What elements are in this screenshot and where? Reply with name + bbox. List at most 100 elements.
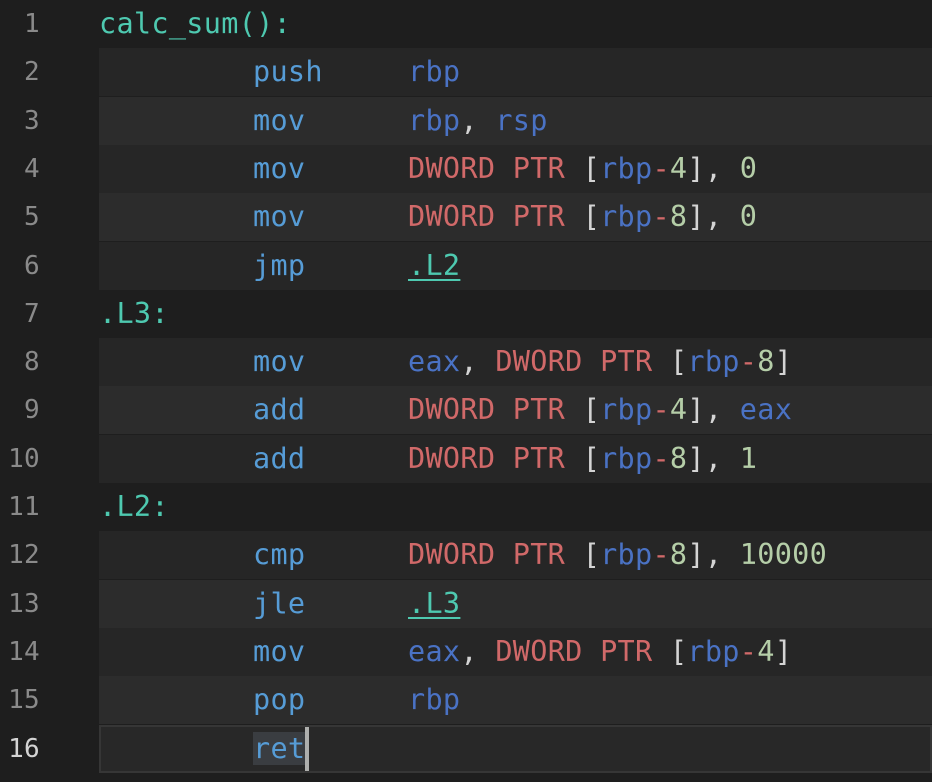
instruction-mnemonic: jmp: [253, 248, 306, 282]
operand-token: -: [652, 538, 670, 572]
line-number: 15: [8, 685, 40, 716]
instruction-operands: DWORD PTR [rbp-8], 10000: [408, 531, 827, 579]
instruction-operands: .L3: [408, 580, 460, 628]
operand-token: 1: [739, 441, 758, 475]
operand-token: 8: [669, 538, 688, 572]
instruction-mnemonic: mov: [253, 200, 306, 234]
operand-token: ,: [460, 634, 496, 668]
code-block-band: [99, 48, 932, 97]
operand-token: DWORD PTR: [408, 200, 566, 234]
label-reference-link[interactable]: .L2: [408, 249, 460, 282]
operand-token: eax: [408, 634, 461, 668]
code-line[interactable]: 12 cmp DWORD PTR [rbp-8], 10000: [0, 531, 932, 580]
code-line[interactable]: 9 add DWORD PTR [rbp-4], eax: [0, 386, 932, 435]
code-line[interactable]: 16 ret: [0, 724, 932, 773]
operand-token: DWORD PTR: [408, 151, 566, 185]
code-block-band: [99, 579, 932, 628]
operand-token: ],: [687, 393, 740, 427]
operand-token: ,: [460, 103, 496, 137]
operand-token: DWORD PTR: [495, 345, 653, 379]
operand-token: DWORD PTR: [408, 441, 566, 475]
code-line[interactable]: 10 add DWORD PTR [rbp-8], 1: [0, 434, 932, 483]
code-line[interactable]: 11 .L2:: [0, 483, 932, 531]
line-number: 10: [8, 443, 40, 474]
operand-token: rbp: [600, 538, 653, 572]
operand-token: [: [652, 345, 688, 379]
label-definition: .L3:: [99, 296, 169, 330]
operand-token: 10000: [739, 538, 828, 572]
code-line[interactable]: 14 mov eax, DWORD PTR [rbp-4]: [0, 627, 932, 676]
operand-token: 0: [739, 200, 758, 234]
code-editor[interactable]: 1 calc_sum(): 2 push rbp 3 mov rbp, rsp 4 mov DWOR…: [0, 0, 932, 782]
instruction-mnemonic: cmp: [253, 538, 306, 572]
label-reference-link[interactable]: .L3: [408, 587, 460, 620]
operand-token: ],: [687, 200, 740, 234]
operand-token: [: [565, 200, 601, 234]
line-number: 9: [24, 395, 40, 426]
instruction-operands: DWORD PTR [rbp-4], eax: [408, 386, 792, 434]
line-number: 6: [24, 250, 40, 281]
operand-token: eax: [739, 393, 793, 427]
operand-token: -: [652, 441, 670, 475]
operand-token: DWORD PTR: [495, 634, 653, 668]
operand-token: DWORD PTR: [408, 393, 566, 427]
operand-token: rbp: [600, 151, 653, 185]
operand-token: rbp: [687, 345, 740, 379]
line-number: 16: [8, 733, 40, 764]
code-line[interactable]: 15 pop rbp: [0, 676, 932, 725]
code-line[interactable]: 2 push rbp: [0, 48, 932, 97]
instruction-operands: rbp: [408, 676, 460, 724]
code-line[interactable]: 1 calc_sum():: [0, 0, 932, 48]
operand-token: 4: [669, 393, 688, 427]
instruction-mnemonic: jle: [253, 586, 306, 620]
code-line[interactable]: 4 mov DWORD PTR [rbp-4], 0: [0, 144, 932, 193]
operand-token: rbp: [408, 683, 461, 717]
line-number: 13: [8, 588, 40, 619]
operand-token: 4: [757, 634, 775, 668]
operand-token: 4: [669, 151, 688, 185]
operand-token: eax: [408, 345, 461, 379]
instruction-mnemonic: push: [253, 55, 323, 89]
code-block-band: [99, 676, 932, 725]
operand-token: rbp: [408, 103, 461, 137]
instruction-mnemonic: mov: [253, 103, 306, 137]
instruction-operands: rbp: [408, 48, 460, 96]
line-number: 12: [8, 540, 40, 571]
code-line[interactable]: 5 mov DWORD PTR [rbp-8], 0: [0, 193, 932, 242]
operand-token: [: [565, 393, 601, 427]
operand-token: DWORD PTR: [408, 538, 566, 572]
line-number: 5: [24, 202, 40, 233]
line-number: 8: [24, 347, 40, 378]
instruction-mnemonic: pop: [253, 683, 306, 717]
operand-token: ],: [687, 151, 740, 185]
code-line[interactable]: 7 .L3:: [0, 290, 932, 338]
operand-token: [: [652, 634, 688, 668]
line-number: 2: [24, 57, 40, 88]
operand-token: rbp: [600, 393, 653, 427]
operand-token: -: [652, 151, 670, 185]
label-definition: calc_sum():: [99, 7, 292, 40]
line-number: 11: [8, 492, 40, 522]
instruction-operands: eax, DWORD PTR [rbp-4]: [408, 628, 792, 676]
code-line[interactable]: 8 mov eax, DWORD PTR [rbp-8]: [0, 338, 932, 387]
operand-token: 8: [669, 200, 688, 234]
code-line[interactable]: 13 jle .L3: [0, 579, 932, 628]
line-number: 1: [24, 9, 40, 39]
instruction-operands: DWORD PTR [rbp-8], 0: [408, 193, 757, 241]
instruction-mnemonic: ret: [253, 725, 310, 773]
line-number: 14: [8, 636, 40, 667]
operand-token: rbp: [600, 200, 653, 234]
instruction-operands: DWORD PTR [rbp-8], 1: [408, 435, 757, 483]
operand-token: [: [565, 441, 601, 475]
operand-token: rbp: [408, 55, 461, 89]
instruction-mnemonic: add: [253, 441, 306, 475]
operand-token: rsp: [495, 103, 548, 137]
operand-token: [: [565, 151, 601, 185]
code-line[interactable]: 6 jmp .L2: [0, 241, 932, 290]
instruction-mnemonic: add: [253, 393, 306, 427]
label-definition: .L2:: [99, 490, 169, 523]
operand-token: -: [652, 200, 670, 234]
operand-token: ,: [460, 345, 496, 379]
code-line[interactable]: 3 mov rbp, rsp: [0, 96, 932, 145]
instruction-operands: rbp, rsp: [408, 97, 548, 145]
